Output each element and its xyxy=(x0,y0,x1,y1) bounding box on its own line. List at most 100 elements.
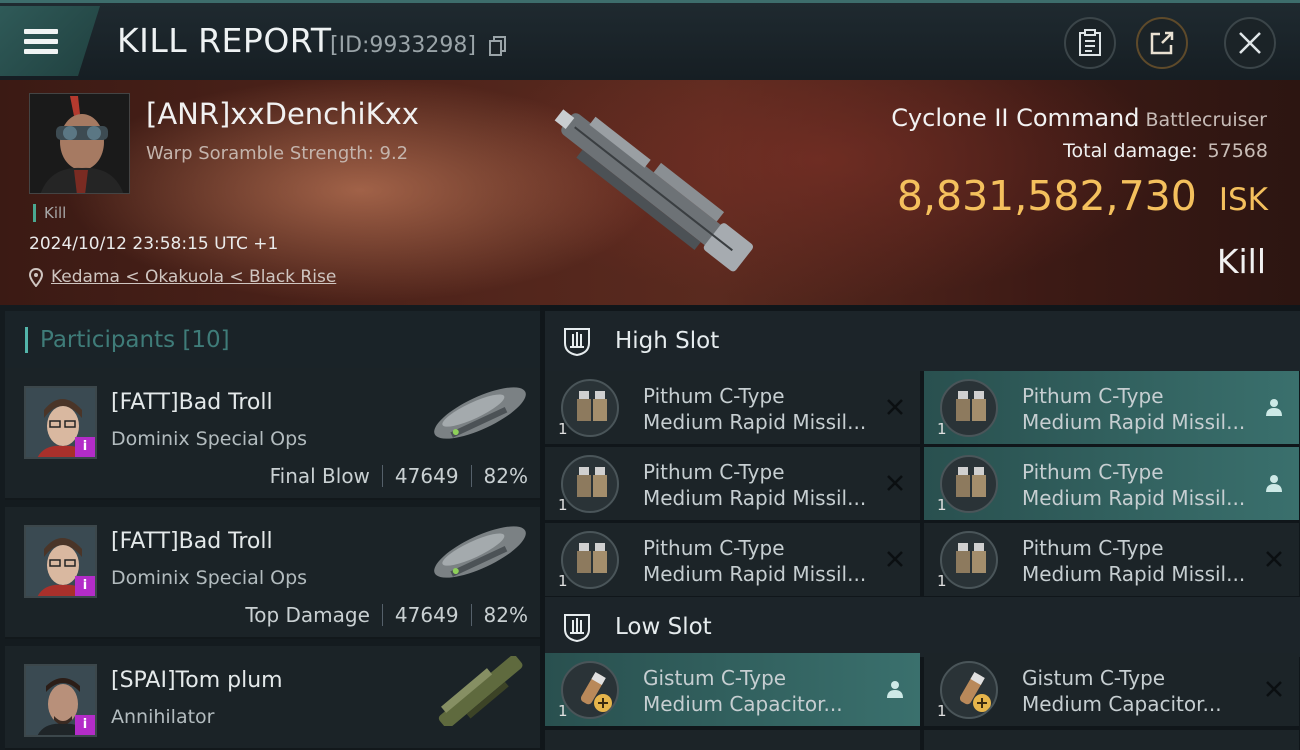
capacitor-module-icon xyxy=(940,661,998,719)
module-item[interactable]: 1 Pithum C-Type Medium Rapid Missil... xyxy=(545,371,920,444)
low-slot-label: Low Slot xyxy=(615,614,712,640)
participant-role: Final Blow xyxy=(269,464,370,488)
divider xyxy=(470,604,472,626)
divider xyxy=(381,604,383,626)
share-icon xyxy=(1150,31,1174,55)
isk-unit: ISK xyxy=(1218,182,1268,218)
person-icon[interactable] xyxy=(1263,472,1285,494)
module-quantity: 1 xyxy=(558,572,568,590)
module-quantity: 1 xyxy=(558,420,568,438)
copy-icon[interactable] xyxy=(489,36,507,56)
module-item-partial[interactable] xyxy=(545,730,920,750)
capacitor-module-icon xyxy=(561,661,619,719)
module-name: Pithum C-Type xyxy=(1022,460,1164,484)
participants-label: Participants [10] xyxy=(40,327,230,353)
report-id: [ID:9933298] xyxy=(330,33,476,58)
module-item[interactable]: 1 Gistum C-Type Medium Capacitor... xyxy=(545,653,920,726)
high-slot-header: High Slot xyxy=(545,311,1300,371)
kill-summary-panel: [ANR]xxDenchiKxx Warp Soramble Strength:… xyxy=(0,80,1300,305)
module-name: Gistum C-Type xyxy=(1022,666,1166,690)
participants-header[interactable]: Participants [10] xyxy=(5,311,540,369)
high-slot-label: High Slot xyxy=(615,328,720,354)
module-item[interactable]: 1 Gistum C-Type Medium Capacitor... xyxy=(924,653,1299,726)
ship-image xyxy=(554,109,753,272)
participant-avatar[interactable]: i xyxy=(24,664,97,737)
participant-damage: 47649 xyxy=(394,603,459,627)
kill-result: Kill xyxy=(1216,242,1266,281)
module-quantity: 1 xyxy=(937,702,947,720)
x-icon[interactable] xyxy=(884,472,906,494)
module-name: Pithum C-Type xyxy=(643,460,785,484)
launcher-module-icon xyxy=(561,455,619,513)
module-item-partial[interactable] xyxy=(924,730,1299,750)
participant-ship-image xyxy=(434,526,526,578)
isk-value: 8,831,582,730 ISK xyxy=(897,172,1268,220)
participant-row[interactable]: i [SPAI]Tom plum Annihilator xyxy=(5,646,540,750)
clipboard-button[interactable] xyxy=(1064,17,1116,69)
participant-damage: 47649 xyxy=(394,464,459,488)
module-type: Medium Capacitor... xyxy=(643,692,843,716)
x-icon[interactable] xyxy=(884,396,906,418)
ship-class: Battlecruiser xyxy=(1145,109,1267,131)
divider xyxy=(381,465,383,487)
menu-button[interactable] xyxy=(0,6,100,76)
module-item[interactable]: 1 Pithum C-Type Medium Rapid Missil... xyxy=(924,447,1299,520)
close-icon xyxy=(1239,32,1261,54)
ship-name: Cyclone II Command Battlecruiser xyxy=(891,104,1267,132)
low-slot-icon xyxy=(564,614,590,643)
module-name: Pithum C-Type xyxy=(643,384,785,408)
page-title: KILL REPORT xyxy=(117,21,332,60)
participant-name: [FATT]Bad Troll xyxy=(111,390,273,415)
isk-amount: 8,831,582,730 xyxy=(896,172,1197,220)
kill-tag: Kill xyxy=(33,204,66,222)
module-type: Medium Rapid Missil... xyxy=(643,486,867,510)
info-badge-icon: i xyxy=(75,715,95,735)
module-item[interactable]: 1 Pithum C-Type Medium Rapid Missil... xyxy=(545,523,920,596)
launcher-module-icon xyxy=(940,531,998,589)
module-quantity: 1 xyxy=(558,496,568,514)
module-quantity: 1 xyxy=(937,496,947,514)
share-button[interactable] xyxy=(1136,17,1188,69)
section-marker xyxy=(25,327,28,353)
person-icon[interactable] xyxy=(1263,396,1285,418)
participant-avatar[interactable]: i xyxy=(24,525,97,598)
module-type: Medium Rapid Missil... xyxy=(643,562,867,586)
location-link[interactable]: Kedama < Okakuola < Black Rise xyxy=(51,267,336,287)
total-damage-value: 57568 xyxy=(1207,140,1268,162)
launcher-module-icon xyxy=(940,379,998,437)
participant-role: Top Damage xyxy=(245,603,370,627)
participant-row[interactable]: i [FATT]Bad Troll Dominix Special Ops Fi… xyxy=(5,368,540,500)
participant-avatar[interactable]: i xyxy=(24,386,97,459)
module-item[interactable]: 1 Pithum C-Type Medium Rapid Missil... xyxy=(924,371,1299,444)
participant-percent: 82% xyxy=(483,603,528,627)
participant-stats: Final Blow 47649 82% xyxy=(270,464,528,488)
x-icon[interactable] xyxy=(1263,548,1285,570)
warp-scramble-strength: Warp Soramble Strength: 9.2 xyxy=(146,143,409,164)
divider xyxy=(470,465,472,487)
victim-avatar[interactable] xyxy=(29,93,130,194)
module-item[interactable]: 1 Pithum C-Type Medium Rapid Missil... xyxy=(924,523,1299,596)
x-icon[interactable] xyxy=(1263,678,1285,700)
victim-name[interactable]: [ANR]xxDenchiKxx xyxy=(146,97,419,131)
participant-row[interactable]: i [FATT]Bad Troll Dominix Special Ops To… xyxy=(5,507,540,639)
participant-ship-image xyxy=(434,387,526,439)
module-item[interactable]: 1 Pithum C-Type Medium Rapid Missil... xyxy=(545,447,920,520)
launcher-module-icon xyxy=(561,379,619,437)
info-badge-icon: i xyxy=(75,576,95,596)
high-slot-icon xyxy=(564,328,590,357)
module-type: Medium Rapid Missil... xyxy=(1022,486,1246,510)
module-type: Medium Capacitor... xyxy=(1022,692,1222,716)
person-icon[interactable] xyxy=(884,678,906,700)
participants-panel: Participants [10] i [FATT]Bad Troll Domi… xyxy=(0,305,540,750)
x-icon[interactable] xyxy=(884,548,906,570)
kill-datetime: 2024/10/12 23:58:15 UTC +1 xyxy=(29,234,279,254)
module-type: Medium Rapid Missil... xyxy=(1022,562,1246,586)
module-quantity: 1 xyxy=(937,572,947,590)
participant-name: [FATT]Bad Troll xyxy=(111,529,273,554)
low-slot-header: Low Slot xyxy=(545,597,1300,657)
header-bar: KILL REPORT [ID:9933298] xyxy=(0,0,1300,80)
info-badge-icon: i xyxy=(75,437,95,457)
hamburger-icon xyxy=(24,24,58,59)
location-pin-icon xyxy=(29,267,43,287)
close-button[interactable] xyxy=(1224,17,1276,69)
